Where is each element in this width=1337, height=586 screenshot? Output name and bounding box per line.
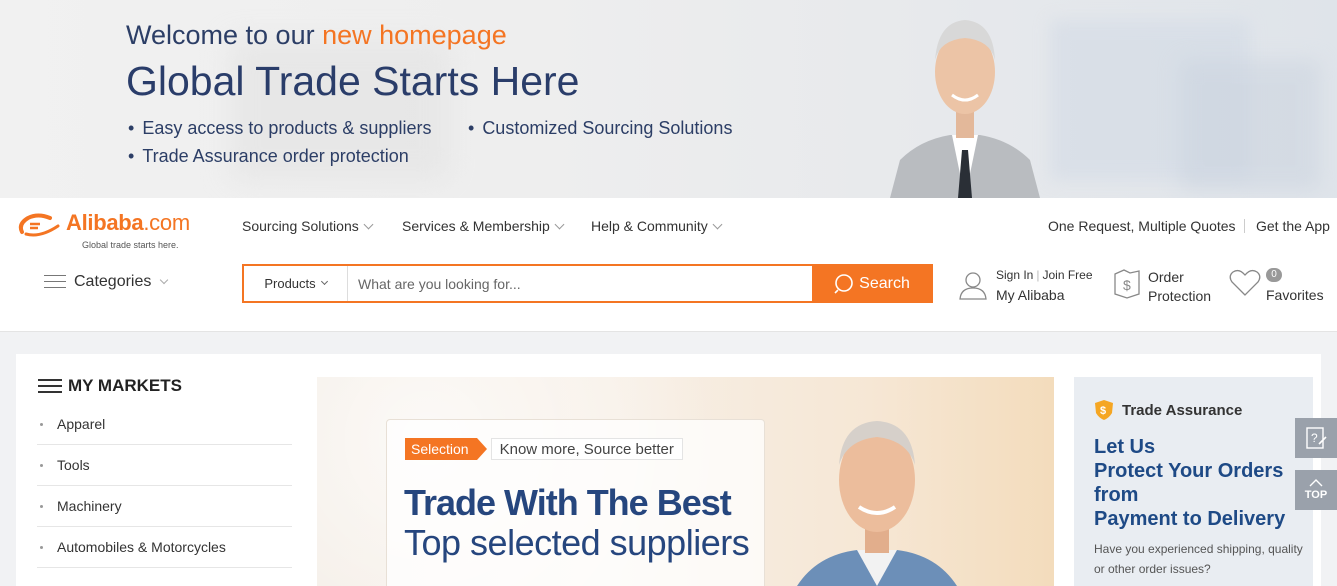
search-button-label: Search [859,274,910,292]
market-list: Apparel Tools Machinery Automobiles & Mo… [37,404,292,568]
request-quotes-link[interactable]: One Request, Multiple Quotes [1048,218,1236,234]
banner-bullet: Customized Sourcing Solutions [468,118,732,139]
main-content: MY MARKETS Apparel Tools Machinery Autom… [16,354,1321,586]
banner-title: Global Trade Starts Here [126,58,580,104]
trade-assurance-header: $ Trade Assurance [1094,399,1242,421]
trade-assurance-panel[interactable]: $ Trade Assurance Let Us Protect Your Or… [1074,377,1313,586]
nav-services-membership[interactable]: Services & Membership [402,218,565,234]
list-icon [44,275,66,289]
shield-coin-icon: $ [1095,400,1113,420]
search-category-select[interactable]: Products [244,266,348,301]
ta-title-line: Let Us [1094,436,1156,458]
order-label-line: Protection [1148,288,1212,304]
chevron-down-icon [554,219,565,230]
ta-title-line: Payment to Delivery [1094,508,1286,530]
trade-assurance-description: Have you experienced shipping, quality o… [1094,542,1303,576]
categories-label: Categories [74,273,152,290]
search-bar: Products Search [242,264,933,303]
divider: | [1036,268,1040,282]
chevron-down-icon [320,277,328,286]
alibaba-logo[interactable]: Alibaba.com Global trade starts here. [16,208,216,250]
market-item-apparel[interactable]: Apparel [37,404,292,445]
trade-assurance-title: Let Us Protect Your Orders from Payment … [1094,435,1304,531]
selection-text: Know more, Source better [490,438,683,460]
list-icon [38,379,62,393]
order-protection-label: Order Protection [1148,268,1211,306]
market-item-machinery[interactable]: Machinery [37,486,292,527]
nav-label: Help & Community [591,218,708,234]
my-alibaba-link[interactable]: My Alibaba [996,287,1064,303]
hero-card: Selection Know more, Source better Trade… [386,419,765,586]
categories-menu[interactable]: Categories [44,273,169,291]
market-item-automobiles[interactable]: Automobiles & Motorcycles [37,527,292,568]
favorites-label: Favorites [1266,287,1324,303]
divider [1244,219,1245,233]
hero-title: Trade With The Best [404,482,732,523]
feedback-icon: ? [1306,427,1327,449]
back-to-top-label: TOP [1304,489,1328,501]
feedback-button[interactable]: ? [1295,418,1337,458]
favorites-link[interactable]: 0 Favorites [1228,268,1337,308]
promo-banner[interactable]: Welcome to our new homepage Global Trade… [0,0,1337,198]
search-input[interactable] [348,266,812,301]
svg-text:$: $ [1100,405,1106,417]
heart-icon [1229,269,1261,296]
selection-tag: Selection [405,438,487,460]
banner-background-shape [1180,60,1320,190]
sign-in-link[interactable]: Sign In [996,268,1033,282]
hero-subtitle: Top selected suppliers [404,522,750,563]
get-app-link[interactable]: Get the App [1256,218,1330,234]
banner-bullet: Trade Assurance order protection [128,146,408,167]
banner-welcome: Welcome to our new homepage [126,20,507,51]
chevron-down-icon [160,275,169,285]
ta-title-line: Protect Your Orders [1094,460,1284,482]
banner-welcome-prefix: Welcome to our [126,20,315,50]
chevron-down-icon [712,219,723,230]
back-to-top-button[interactable]: TOP [1295,470,1337,510]
nav-help-community[interactable]: Help & Community [591,218,723,234]
logo-wordmark: Alibaba.com [66,210,190,236]
account-menu[interactable]: Sign In | Join Free My Alibaba [958,268,1098,308]
banner-welcome-highlight: new homepage [322,20,507,50]
nav-label: Services & Membership [402,218,550,234]
site-header: Alibaba.com Global trade starts here. So… [0,198,1337,332]
selection-row: Selection Know more, Source better [405,438,683,460]
search-button[interactable]: Search [812,266,931,301]
nav-sourcing-solutions[interactable]: Sourcing Solutions [242,218,374,234]
chevron-down-icon [363,219,374,230]
businessman-photo [890,20,1040,198]
ta-title-line: from [1094,484,1139,506]
svg-text:?: ? [1311,431,1318,445]
hero-carousel[interactable]: Selection Know more, Source better Trade… [317,377,1054,586]
account-links: Sign In | Join Free [996,268,1093,282]
svg-text:$: $ [1123,277,1131,293]
order-label-line: Order [1148,269,1184,285]
join-free-link[interactable]: Join Free [1042,268,1092,282]
my-markets-title: MY MARKETS [68,376,182,395]
order-protection-link[interactable]: $ Order Protection [1112,268,1222,308]
alibaba-logo-icon [18,213,60,237]
smiling-man-photo [797,421,957,586]
user-icon [959,272,987,300]
my-markets-heading: MY MARKETS [38,376,182,396]
trade-assurance-label: Trade Assurance [1122,401,1243,419]
logo-suffix: .com [143,210,190,235]
chevron-up-icon [1309,479,1323,487]
market-item-tools[interactable]: Tools [37,445,292,486]
search-icon [834,273,853,294]
shield-dollar-icon: $ [1114,269,1140,299]
banner-bullet: Easy access to products & suppliers [128,118,431,139]
logo-tagline: Global trade starts here. [82,240,179,250]
search-category-label: Products [264,276,316,291]
logo-name: Alibaba [66,210,144,235]
favorites-count-badge: 0 [1266,268,1282,282]
nav-label: Sourcing Solutions [242,218,359,234]
